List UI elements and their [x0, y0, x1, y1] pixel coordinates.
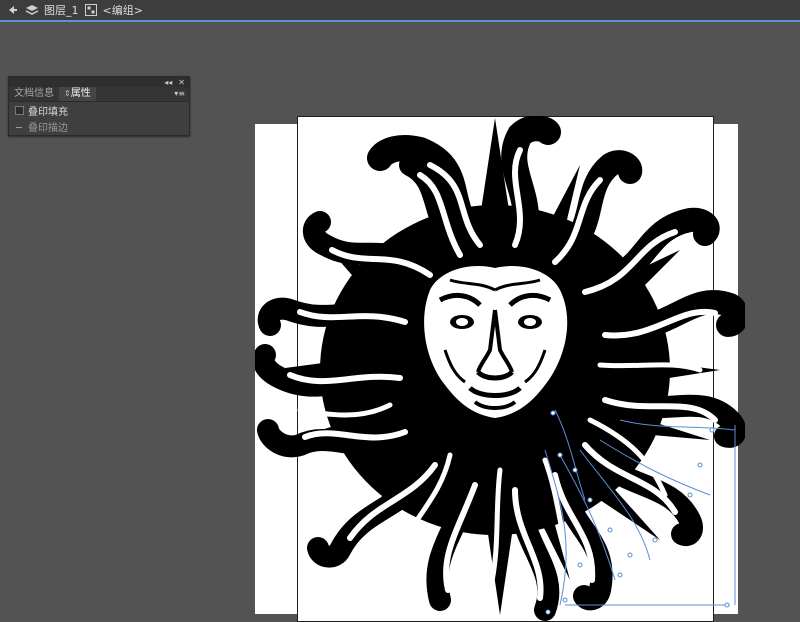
tab-arrows-icon: ⇕	[64, 89, 71, 98]
tab-attributes-label: 属性	[70, 88, 91, 99]
collapse-icon[interactable]: ◂◂	[164, 78, 172, 87]
tab-document-info[interactable]: 文档信息	[9, 87, 59, 101]
overprint-stroke-checkbox	[15, 123, 24, 130]
overprint-fill-option[interactable]: 叠印填充	[9, 102, 189, 118]
panel-titlebar[interactable]: ◂◂ ✕	[9, 77, 189, 87]
breadcrumb-layer[interactable]: 图层_1	[44, 2, 79, 18]
isolation-breadcrumb-bar: 图层_1 <编组>	[0, 0, 800, 22]
breadcrumb-group[interactable]: <编组>	[103, 2, 143, 18]
panel-tabs: 文档信息 ⇕属性 ▾≡	[9, 87, 189, 102]
overprint-fill-label: 叠印填充	[28, 106, 68, 118]
close-icon[interactable]: ✕	[178, 78, 185, 87]
attributes-panel: ◂◂ ✕ 文档信息 ⇕属性 ▾≡ 叠印填充 叠印描边	[8, 76, 190, 136]
illustrator-workspace: 图层_1 <编组> ◂◂ ✕ 文档信息 ⇕属性 ▾≡ 叠印填充 叠印描边	[0, 0, 800, 622]
back-arrow-icon[interactable]	[4, 2, 20, 18]
tab-attributes[interactable]: ⇕属性	[59, 87, 96, 101]
layers-icon	[24, 2, 40, 18]
panel-menu-icon[interactable]: ▾≡	[174, 88, 185, 100]
artboard-main[interactable]	[297, 116, 714, 622]
overprint-stroke-label: 叠印描边	[28, 122, 68, 134]
group-icon	[83, 2, 99, 18]
overprint-fill-checkbox[interactable]	[15, 105, 24, 115]
overprint-stroke-option: 叠印描边	[9, 118, 189, 134]
